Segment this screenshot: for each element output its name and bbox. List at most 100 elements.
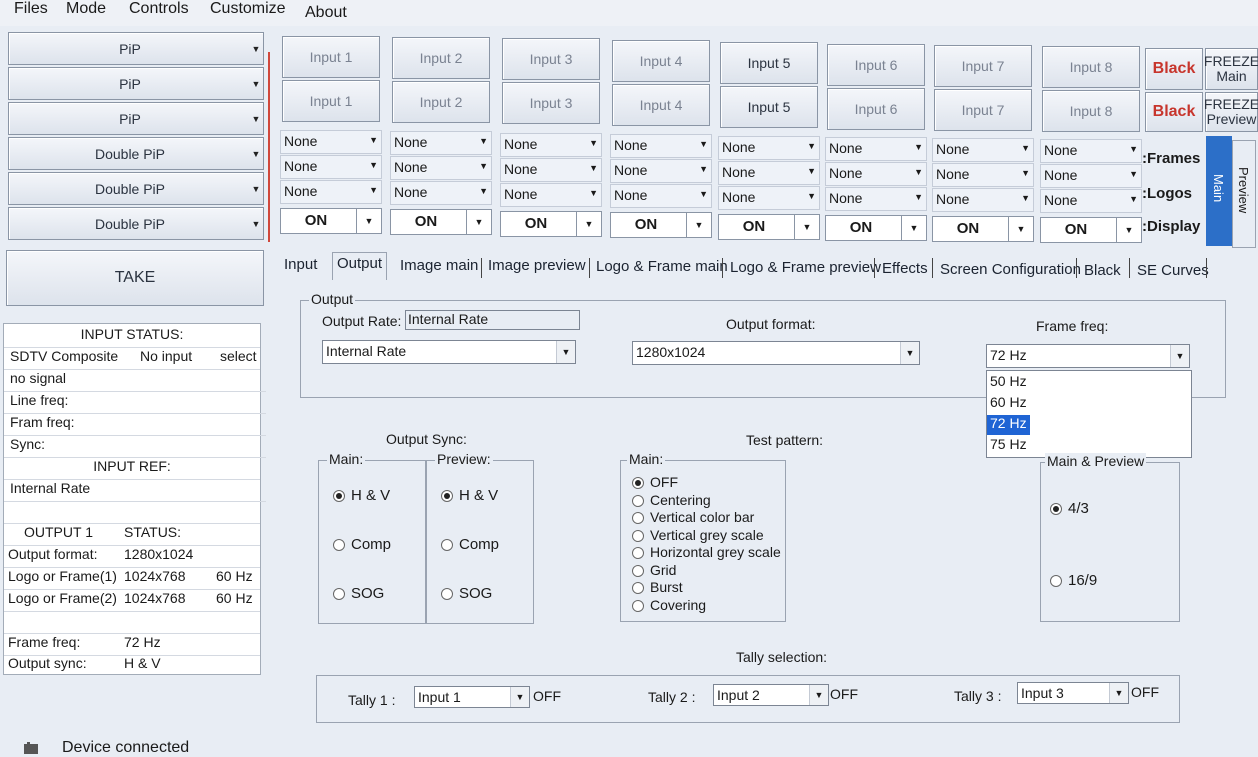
selector-col5-row1[interactable]: None ▼ xyxy=(718,136,820,160)
selector-col2-row3[interactable]: None ▼ xyxy=(390,181,492,205)
freeze-preview-button[interactable]: FREEZE Preview xyxy=(1204,92,1258,132)
on-button-6[interactable]: ON ▼ xyxy=(825,215,927,241)
input-preview-5[interactable]: Input 5 xyxy=(720,86,818,128)
chevron-down-icon[interactable]: ▼ xyxy=(1021,143,1030,153)
tab-image-main[interactable]: Image main xyxy=(400,257,478,274)
chevron-down-icon[interactable]: ▼ xyxy=(807,191,816,201)
chevron-down-icon[interactable]: ▼ xyxy=(1129,194,1138,204)
output-rate-select[interactable]: Internal Rate ▼ xyxy=(322,340,576,364)
selector-col4-row3[interactable]: None ▼ xyxy=(610,184,712,208)
on-button-7[interactable]: ON ▼ xyxy=(932,216,1034,242)
test-pattern-option-7[interactable]: Burst xyxy=(632,579,683,595)
chevron-down-icon[interactable]: ▼ xyxy=(589,138,598,148)
chevron-down-icon[interactable]: ▼ xyxy=(794,215,819,239)
selector-col7-row3[interactable]: None ▼ xyxy=(932,188,1034,212)
input-preview-4[interactable]: Input 4 xyxy=(612,84,710,126)
selector-col2-row2[interactable]: None ▼ xyxy=(390,156,492,180)
chevron-down-icon[interactable]: ▼ xyxy=(556,341,575,363)
chevron-down-icon[interactable]: ▼ xyxy=(589,188,598,198)
black-preview-button[interactable]: Black xyxy=(1145,92,1203,132)
selector-col1-row1[interactable]: None ▼ xyxy=(280,130,382,154)
chevron-down-icon[interactable]: ▼ xyxy=(249,103,263,134)
chevron-down-icon[interactable]: ▼ xyxy=(249,68,263,99)
input-preview-7[interactable]: Input 7 xyxy=(934,89,1032,131)
output-format-select[interactable]: 1280x1024 ▼ xyxy=(632,341,920,365)
chevron-down-icon[interactable]: ▼ xyxy=(510,687,529,707)
tab-image-preview[interactable]: Image preview xyxy=(488,257,586,274)
freq-option-72[interactable]: 72 Hz xyxy=(987,415,1030,435)
chevron-down-icon[interactable]: ▼ xyxy=(901,216,926,240)
on-button-1[interactable]: ON ▼ xyxy=(280,208,382,234)
chevron-down-icon[interactable]: ▼ xyxy=(900,342,919,364)
tab-black[interactable]: Black xyxy=(1084,262,1121,279)
tab-logo-frame-main[interactable]: Logo & Frame main xyxy=(596,258,728,275)
tab-screen-configuration[interactable]: Screen Configuration xyxy=(940,261,1081,278)
chevron-down-icon[interactable]: ▼ xyxy=(369,135,378,145)
input-main-7[interactable]: Input 7 xyxy=(934,45,1032,87)
vertical-tab-preview[interactable]: Preview xyxy=(1232,140,1256,248)
on-button-2[interactable]: ON ▼ xyxy=(390,209,492,235)
chevron-down-icon[interactable]: ▼ xyxy=(369,185,378,195)
pip-button-2[interactable]: PiP ▼ xyxy=(8,67,264,100)
freeze-main-button[interactable]: FREEZE Main xyxy=(1204,48,1258,90)
menu-mode[interactable]: Mode xyxy=(66,0,106,18)
selector-col6-row1[interactable]: None ▼ xyxy=(825,137,927,161)
selector-col4-row2[interactable]: None ▼ xyxy=(610,159,712,183)
chevron-down-icon[interactable]: ▼ xyxy=(1170,345,1189,367)
select-link[interactable]: select xyxy=(220,348,257,364)
vertical-tab-main[interactable]: Main xyxy=(1206,136,1232,246)
test-pattern-option-2[interactable]: Centering xyxy=(632,492,711,508)
sync-main-comp-radio[interactable]: Comp xyxy=(333,536,391,553)
input-main-8[interactable]: Input 8 xyxy=(1042,46,1140,88)
selector-col6-row3[interactable]: None ▼ xyxy=(825,187,927,211)
chevron-down-icon[interactable]: ▼ xyxy=(1109,683,1128,703)
tally3-select[interactable]: Input 3 ▼ xyxy=(1017,682,1129,704)
input-main-3[interactable]: Input 3 xyxy=(502,38,600,80)
input-preview-2[interactable]: Input 2 xyxy=(392,81,490,123)
selector-col4-row1[interactable]: None ▼ xyxy=(610,134,712,158)
input-preview-3[interactable]: Input 3 xyxy=(502,82,600,124)
menu-files[interactable]: Files xyxy=(14,0,48,18)
selector-col8-row3[interactable]: None ▼ xyxy=(1040,189,1142,213)
selector-col7-row2[interactable]: None ▼ xyxy=(932,163,1034,187)
selector-col8-row2[interactable]: None ▼ xyxy=(1040,164,1142,188)
on-button-3[interactable]: ON ▼ xyxy=(500,211,602,237)
menu-controls[interactable]: Controls xyxy=(129,0,189,18)
selector-col6-row2[interactable]: None ▼ xyxy=(825,162,927,186)
chevron-down-icon[interactable]: ▼ xyxy=(249,208,263,239)
test-pattern-option-3[interactable]: Vertical color bar xyxy=(632,509,754,525)
input-main-4[interactable]: Input 4 xyxy=(612,40,710,82)
chevron-down-icon[interactable]: ▼ xyxy=(1116,218,1141,242)
tally1-select[interactable]: Input 1 ▼ xyxy=(414,686,530,708)
chevron-down-icon[interactable]: ▼ xyxy=(1021,168,1030,178)
input-preview-6[interactable]: Input 6 xyxy=(827,88,925,130)
chevron-down-icon[interactable]: ▼ xyxy=(479,186,488,196)
menu-about[interactable]: About xyxy=(305,4,347,22)
sync-preview-hv-radio[interactable]: H & V xyxy=(441,487,498,504)
selector-col5-row2[interactable]: None ▼ xyxy=(718,161,820,185)
input-main-1[interactable]: Input 1 xyxy=(282,36,380,78)
chevron-down-icon[interactable]: ▼ xyxy=(249,138,263,169)
menu-customize[interactable]: Customize xyxy=(210,0,286,18)
chevron-down-icon[interactable]: ▼ xyxy=(807,141,816,151)
selector-col1-row3[interactable]: None ▼ xyxy=(280,180,382,204)
test-pattern-option-8[interactable]: Covering xyxy=(632,597,706,613)
chevron-down-icon[interactable]: ▼ xyxy=(369,160,378,170)
tab-output[interactable]: Output xyxy=(332,252,388,280)
selector-col3-row2[interactable]: None ▼ xyxy=(500,158,602,182)
selector-col3-row1[interactable]: None ▼ xyxy=(500,133,602,157)
chevron-down-icon[interactable]: ▼ xyxy=(479,136,488,146)
chevron-down-icon[interactable]: ▼ xyxy=(249,33,263,64)
chevron-down-icon[interactable]: ▼ xyxy=(807,166,816,176)
input-preview-8[interactable]: Input 8 xyxy=(1042,90,1140,132)
chevron-down-icon[interactable]: ▼ xyxy=(466,210,491,234)
chevron-down-icon[interactable]: ▼ xyxy=(699,189,708,199)
selector-col3-row3[interactable]: None ▼ xyxy=(500,183,602,207)
chevron-down-icon[interactable]: ▼ xyxy=(576,212,601,236)
chevron-down-icon[interactable]: ▼ xyxy=(699,139,708,149)
frame-freq-select[interactable]: 72 Hz ▼ xyxy=(986,344,1190,368)
input-preview-1[interactable]: Input 1 xyxy=(282,80,380,122)
test-pattern-option-6[interactable]: Grid xyxy=(632,562,676,578)
chevron-down-icon[interactable]: ▼ xyxy=(686,213,711,237)
chevron-down-icon[interactable]: ▼ xyxy=(1129,144,1138,154)
